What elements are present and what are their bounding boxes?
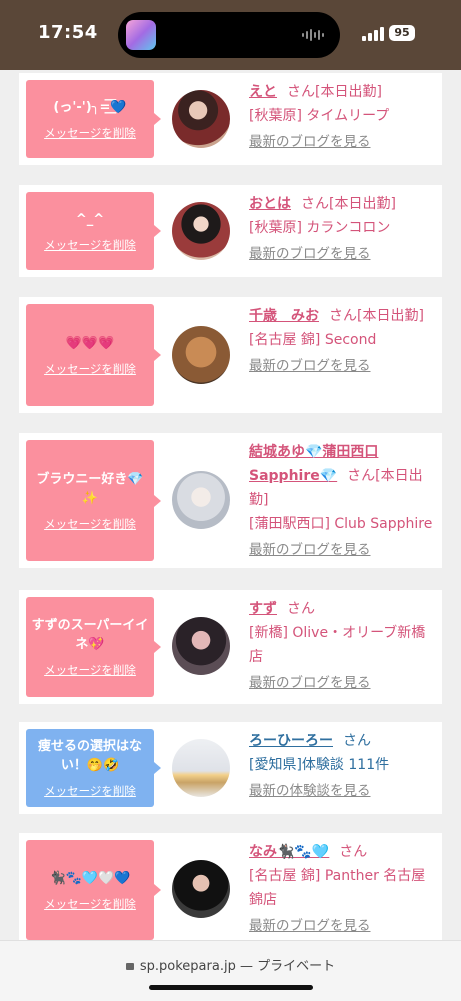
message-bubble: ブラウニー好き💎✨ メッセージを削除 <box>26 440 161 561</box>
battery-icon: 95 <box>389 25 415 41</box>
delete-message-link[interactable]: メッセージを削除 <box>44 896 136 912</box>
list-item: ブラウニー好き💎✨ メッセージを削除 結城あゆ💎蒲田西口Sapphire💎 さん[… <box>19 433 442 568</box>
list-item: すずのスーパーイイネ💖 メッセージを削除 すず さん [新橋] Olive・オリー… <box>19 590 442 704</box>
cast-name-link[interactable]: えと <box>249 84 277 100</box>
message-text: ブラウニー好き💎✨ <box>36 471 144 506</box>
url-text: sp.pokepara.jp <box>139 959 236 974</box>
message-text: 痩せるの選択はない！🤭🤣 <box>37 739 142 773</box>
delete-message-link[interactable]: メッセージを削除 <box>44 237 136 253</box>
latest-blog-link[interactable]: 最新のブログを見る <box>249 914 436 938</box>
latest-blog-link[interactable]: 最新のブログを見る <box>249 130 436 154</box>
entry-info: ろーひーろー さん [愛知県]体験談 111件 最新の体験談を見る <box>249 729 436 803</box>
message-bubble: ^_^ メッセージを削除 <box>26 192 161 270</box>
shop-label: [秋葉原] タイムリープ <box>249 108 390 124</box>
list-item: (っ'-')╮=͟͟͞͞💙 メッセージを削除 えと さん[本日出勤] [秋葉原] … <box>19 73 442 165</box>
user-suffix: さん <box>343 733 371 749</box>
avatar[interactable] <box>172 860 230 918</box>
delete-message-link[interactable]: メッセージを削除 <box>44 125 136 141</box>
shop-label: [名古屋 錦] Second <box>249 332 377 348</box>
shop-label: [名古屋 錦] Panther 名古屋錦店 <box>249 868 426 908</box>
latest-blog-link[interactable]: 最新のブログを見る <box>249 671 436 695</box>
dynamic-island <box>118 12 340 58</box>
avatar[interactable] <box>172 471 230 529</box>
shop-label: [蒲田駅西口] Club Sapphire <box>249 516 433 532</box>
cast-status: さん[本日出勤] <box>301 196 396 212</box>
cast-name-link[interactable]: なみ🐈‍⬛🐾🩵 <box>249 844 329 860</box>
shop-label: [秋葉原] カランコロン <box>249 220 391 236</box>
avatar[interactable] <box>172 617 230 675</box>
cast-status: さん[本日出勤] <box>329 308 424 324</box>
latest-blog-link[interactable]: 最新のブログを見る <box>249 242 436 266</box>
message-text: 🐈‍⬛🐾🩵🤍💙 <box>49 870 131 886</box>
cast-status: さん <box>287 601 315 617</box>
cast-name-link[interactable]: 千歳 みお <box>249 308 319 324</box>
review-count-label: [愛知県]体験談 111件 <box>249 757 390 773</box>
cast-name-link[interactable]: すず <box>249 601 277 617</box>
entry-info: 千歳 みお さん[本日出勤] [名古屋 錦] Second 最新のブログを見る <box>249 304 436 378</box>
list-item: 🐈‍⬛🐾🩵🤍💙 メッセージを削除 なみ🐈‍⬛🐾🩵 さん [名古屋 錦] Panth… <box>19 833 442 943</box>
latest-blog-link[interactable]: 最新のブログを見る <box>249 538 436 562</box>
entry-info: おとは さん[本日出勤] [秋葉原] カランコロン 最新のブログを見る <box>249 192 436 266</box>
cast-status: さん[本日出勤] <box>287 84 382 100</box>
entry-info: すず さん [新橋] Olive・オリーブ新橋店 最新のブログを見る <box>249 597 436 695</box>
message-text: 💗💗💗 <box>65 335 115 351</box>
avatar[interactable] <box>172 202 230 260</box>
message-bubble: すずのスーパーイイネ💖 メッセージを削除 <box>26 597 161 697</box>
latest-review-link[interactable]: 最新の体験談を見る <box>249 779 436 803</box>
message-bubble: 痩せるの選択はない！🤭🤣 メッセージを削除 <box>26 729 161 807</box>
latest-blog-link[interactable]: 最新のブログを見る <box>249 354 436 378</box>
cell-signal-icon <box>362 27 384 41</box>
avatar[interactable] <box>172 90 230 148</box>
message-text: ^_^ <box>75 211 105 227</box>
avatar[interactable] <box>172 326 230 384</box>
delete-message-link[interactable]: メッセージを削除 <box>44 783 136 799</box>
message-bubble: 🐈‍⬛🐾🩵🤍💙 メッセージを削除 <box>26 840 161 940</box>
list-item: 痩せるの選択はない！🤭🤣 メッセージを削除 ろーひーろー さん [愛知県]体験談 … <box>19 722 442 814</box>
audio-wave-icon <box>302 28 324 42</box>
shop-label: [新橋] Olive・オリーブ新橋店 <box>249 625 426 665</box>
cast-status: さん <box>339 844 368 860</box>
message-text: すずのスーパーイイネ💖 <box>31 618 149 652</box>
lock-icon <box>125 963 134 970</box>
entry-info: なみ🐈‍⬛🐾🩵 さん [名古屋 錦] Panther 名古屋錦店 最新のブログを見… <box>249 840 436 938</box>
message-bubble: 💗💗💗 メッセージを削除 <box>26 304 161 406</box>
clock: 17:54 <box>38 22 98 43</box>
list-item: ^_^ メッセージを削除 おとは さん[本日出勤] [秋葉原] カランコロン 最新… <box>19 185 442 277</box>
app-icon <box>126 20 156 50</box>
home-indicator[interactable] <box>149 985 313 990</box>
message-text: (っ'-')╮=͟͟͞͞💙 <box>53 99 127 115</box>
list-item: 💗💗💗 メッセージを削除 千歳 みお さん[本日出勤] [名古屋 錦] Secon… <box>19 297 442 413</box>
url-display[interactable]: sp.pokepara.jp — プライベート <box>0 955 461 974</box>
entry-info: 結城あゆ💎蒲田西口Sapphire💎 さん[本日出勤] [蒲田駅西口] Club … <box>249 440 436 562</box>
delete-message-link[interactable]: メッセージを削除 <box>44 361 136 377</box>
message-bubble: (っ'-')╮=͟͟͞͞💙 メッセージを削除 <box>26 80 161 158</box>
status-bar: 17:54 95 <box>0 0 461 70</box>
delete-message-link[interactable]: メッセージを削除 <box>44 662 136 678</box>
entry-info: えと さん[本日出勤] [秋葉原] タイムリープ 最新のブログを見る <box>249 80 436 154</box>
avatar[interactable] <box>172 739 230 797</box>
private-mode-label: — プライベート <box>239 959 336 974</box>
user-name-link[interactable]: ろーひーろー <box>249 733 333 749</box>
cast-name-link[interactable]: おとは <box>249 196 291 212</box>
delete-message-link[interactable]: メッセージを削除 <box>44 516 136 532</box>
browser-address-bar[interactable]: sp.pokepara.jp — プライベート <box>0 940 461 1001</box>
